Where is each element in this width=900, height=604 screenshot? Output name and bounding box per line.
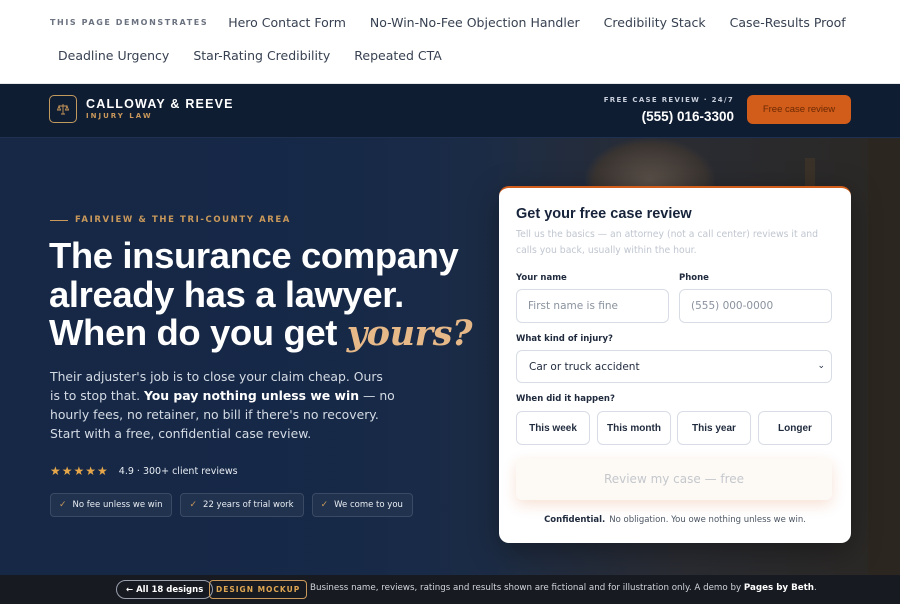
- demo-strip: THIS PAGE DEMONSTRATES Hero Contact Form…: [0, 0, 900, 84]
- rating-row: ★★★★★ 4.9 · 300+ client reviews: [50, 464, 238, 478]
- name-input[interactable]: First name is fine: [516, 289, 669, 323]
- badge-label: No fee unless we win: [72, 500, 163, 510]
- lede-emphasis: You pay nothing unless we win: [143, 388, 360, 403]
- hero-eyebrow: FAIRVIEW & THE TRI-COUNTY AREA: [50, 215, 291, 225]
- footer-bold: Confidential.: [544, 515, 606, 525]
- injury-select[interactable]: Car or truck accident ⌄: [516, 350, 832, 383]
- when-option-this-month[interactable]: This month: [597, 411, 671, 445]
- form-footer: Confidential. No obligation. You owe noth…: [499, 515, 851, 525]
- demo-link-repeated-cta[interactable]: Repeated CTA: [342, 48, 454, 63]
- chevron-down-icon: ⌄: [817, 361, 825, 371]
- eyebrow-text: FAIRVIEW & THE TRI-COUNTY AREA: [75, 215, 291, 225]
- design-mockup-badge: DESIGN MOCKUP: [209, 580, 308, 599]
- badge-label: We come to you: [334, 500, 403, 510]
- disclaimer-text: Business name, reviews, ratings and resu…: [310, 583, 817, 593]
- submit-button[interactable]: Review my case — free: [516, 458, 832, 500]
- site-header: CALLOWAY & REEVE INJURY LAW FREE CASE RE…: [0, 84, 900, 138]
- demo-bottom-bar: ← All 18 designs DESIGN MOCKUP Business …: [0, 575, 900, 604]
- headline-line-3: When do you get yours?: [49, 312, 499, 354]
- header-cta-button[interactable]: Free case review: [747, 95, 851, 124]
- author-link[interactable]: Pages by Beth: [744, 583, 814, 593]
- disclaimer-body: Business name, reviews, ratings and resu…: [310, 583, 744, 593]
- phone-input[interactable]: (555) 000-0000: [679, 289, 832, 323]
- check-icon: ✓: [189, 500, 198, 510]
- check-icon: ✓: [59, 500, 67, 510]
- bookshelf-decoration: [868, 138, 900, 575]
- check-icon: ✓: [320, 500, 329, 510]
- injury-label: What kind of injury?: [516, 334, 613, 344]
- disclaimer-period: .: [813, 583, 817, 593]
- hero-headline: The insurance company already has a lawy…: [49, 235, 499, 354]
- form-subtitle: Tell us the basics — an attorney (not a …: [516, 229, 819, 256]
- all-designs-button[interactable]: ← All 18 designs: [116, 580, 214, 599]
- form-title: Get your free case review: [516, 206, 692, 222]
- when-option-this-year[interactable]: This year: [677, 411, 751, 445]
- injury-selected-value: Car or truck accident: [529, 360, 640, 373]
- eyebrow-rule: [50, 219, 68, 221]
- footer-text: No obligation. You owe nothing unless we…: [609, 515, 806, 525]
- scales-icon[interactable]: [49, 95, 77, 123]
- demo-link-star-rating[interactable]: Star-Rating Credibility: [181, 48, 342, 63]
- brand-subtitle: INJURY LAW: [86, 112, 153, 120]
- demo-row-2: Deadline Urgency Star-Rating Credibility…: [46, 48, 454, 63]
- badge-trial-work: ✓ 22 years of trial work: [180, 493, 304, 517]
- demo-link-hero-form[interactable]: Hero Contact Form: [216, 15, 358, 30]
- demo-link-objection[interactable]: No-Win-No-Fee Objection Handler: [358, 15, 592, 30]
- headline-line-1: The insurance company: [49, 235, 459, 276]
- brand-name[interactable]: CALLOWAY & REEVE: [86, 97, 234, 111]
- badge-come-to-you: ✓ We come to you: [311, 493, 413, 517]
- demo-link-deadline[interactable]: Deadline Urgency: [46, 48, 181, 63]
- headline-line-3-text: When do you get: [49, 312, 347, 353]
- case-review-form: Get your free case review Tell us the ba…: [499, 186, 851, 543]
- demo-row-1: THIS PAGE DEMONSTRATES Hero Contact Form…: [50, 15, 858, 30]
- hero-lede: Their adjuster's job is to close your cl…: [50, 367, 395, 443]
- headline-accent: yours?: [346, 313, 473, 354]
- trust-badges: ✓ No fee unless we win ✓ 22 years of trial…: [50, 493, 421, 517]
- phone-label: Phone: [679, 273, 709, 283]
- badge-label: 22 years of trial work: [203, 500, 294, 510]
- demo-link-case-results[interactable]: Case-Results Proof: [718, 15, 858, 30]
- name-label: Your name: [516, 273, 567, 283]
- phone-link[interactable]: (555) 016-3300: [642, 109, 734, 124]
- badge-no-fee: ✓ No fee unless we win: [50, 493, 173, 517]
- availability-text: FREE CASE REVIEW · 24/7: [603, 96, 734, 104]
- when-label: When did it happen?: [516, 394, 615, 404]
- when-option-longer[interactable]: Longer: [758, 411, 832, 445]
- headline-line-2: already has a lawyer.: [49, 273, 404, 315]
- rating-text: 4.9 · 300+ client reviews: [118, 465, 238, 477]
- when-option-this-week[interactable]: This week: [516, 411, 590, 445]
- demo-link-credibility[interactable]: Credibility Stack: [592, 15, 718, 30]
- demo-label: THIS PAGE DEMONSTRATES: [50, 18, 209, 27]
- star-rating-icon: ★★★★★: [50, 464, 109, 478]
